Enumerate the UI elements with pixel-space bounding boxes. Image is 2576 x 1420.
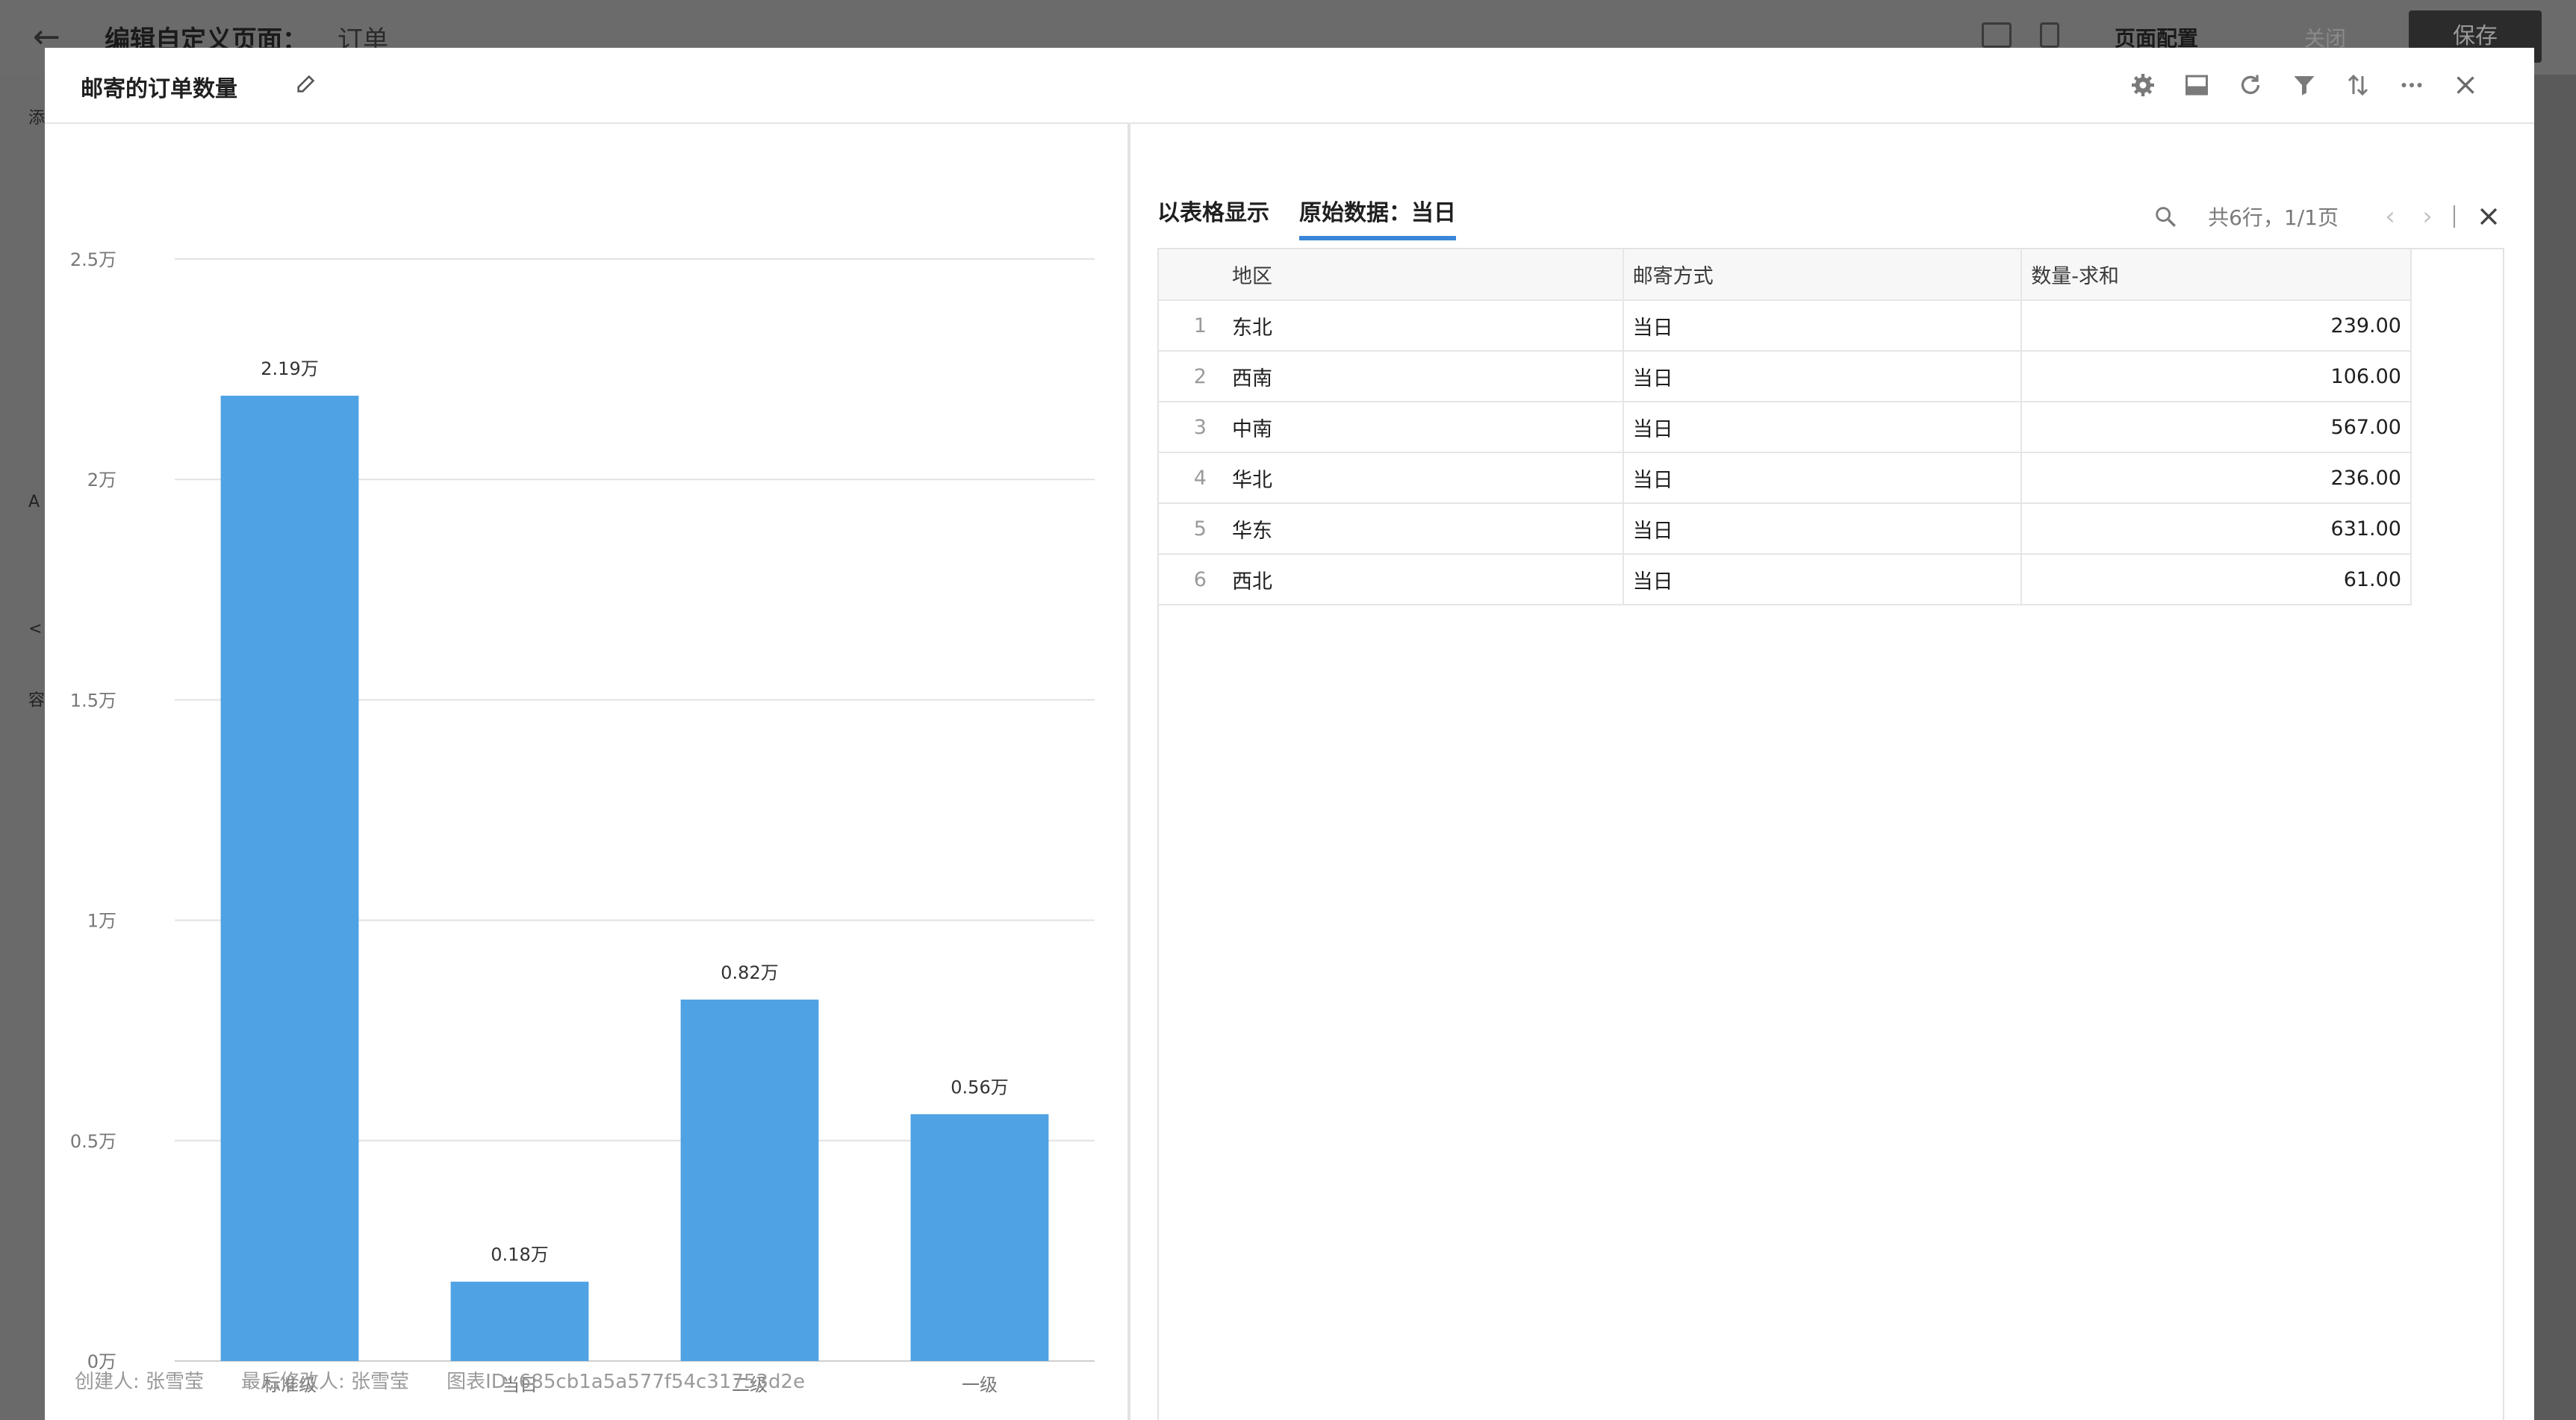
table-row[interactable]: 1 东北 当日 239.00 [1159,300,2412,352]
bar-chart-area: 0万 0.5万 1万 1.5万 2万 2.5万 2.19万 标准级 0.18万 当日 0.82万 二级… [45,124,1127,1420]
column-header-sum[interactable]: 数量-求和 [2021,249,2412,301]
modal-header: 邮寄的订单数量 [45,48,2534,124]
table-row[interactable]: 2 西南 当日 106.00 [1159,351,2412,402]
chart-id-text: 图表ID: 685cb1a5a577f54c31753d2e [447,1371,806,1393]
prev-page-icon[interactable]: ‹ [2371,202,2409,231]
filter-button[interactable] [2277,67,2331,103]
cell-method: 当日 [1623,300,2023,352]
close-icon [2457,76,2474,94]
search-icon[interactable] [2153,204,2178,229]
next-page-icon[interactable]: › [2409,202,2446,231]
cell-method: 当日 [1623,554,2023,605]
sort-button[interactable] [2331,67,2385,103]
modal-title: 邮寄的订单数量 [81,76,237,102]
row-index: 4 [1159,452,1223,504]
settings-icon [2132,74,2154,96]
creator-text: 创建人: 张雪莹 [75,1371,205,1393]
panel-close-icon[interactable] [2476,204,2501,229]
row-index: 5 [1159,503,1223,555]
chart-footer-meta: 创建人: 张雪莹 最后修改人: 张雪莹 图表ID: 685cb1a5a577f5… [75,1366,805,1394]
row-index: 3 [1159,402,1223,453]
cell-sum: 61.00 [2021,554,2412,605]
cell-method: 当日 [1623,351,2023,402]
cell-sum: 236.00 [2021,452,2412,504]
row-index: 1 [1159,300,1223,352]
table-row[interactable]: 4 华北 当日 236.00 [1159,452,2412,504]
bar-value-label: 0.18万 [491,1245,548,1265]
cell-region: 华北 [1222,452,1624,504]
cell-method: 当日 [1623,503,2023,555]
tab-table-view[interactable]: 以表格显示 [1157,199,1269,240]
column-header-region[interactable]: 地区 [1222,249,1624,301]
refresh-icon [2241,75,2260,94]
sort-icon [2348,74,2368,96]
cell-region: 中南 [1222,402,1624,453]
bar[interactable] [910,1114,1049,1361]
cell-sum: 567.00 [2021,402,2412,453]
y-tick-label: 2.5万 [70,249,116,270]
filter-icon [2294,76,2315,96]
cell-region: 西南 [1222,351,1624,402]
cell-region: 华东 [1222,503,1624,555]
bar[interactable] [220,396,359,1362]
cell-sum: 239.00 [2021,300,2412,352]
cell-region: 东北 [1222,300,1624,352]
column-header-method[interactable]: 邮寄方式 [1623,249,2023,301]
cell-region: 西北 [1222,554,1624,605]
table-row[interactable]: 3 中南 当日 567.00 [1159,402,2412,453]
table-header-row: 地区 邮寄方式 数量-求和 [1159,249,2412,301]
data-table: 地区 邮寄方式 数量-求和 1 东北 当日 239.00 2 西南 当日 106… [1159,249,2412,605]
left-toolbar-label: < [28,620,43,638]
cell-sum: 631.00 [2021,503,2412,555]
toolbar-separator [2454,205,2455,228]
modifier-text: 最后修改人: 张雪莹 [241,1371,410,1393]
cell-sum: 106.00 [2021,351,2412,402]
y-tick-label: 0.5万 [70,1131,116,1152]
header-toolbar [2116,67,2492,103]
table-row[interactable]: 5 华东 当日 631.00 [1159,503,2412,555]
modal-close-button[interactable] [2439,67,2492,103]
settings-button[interactable] [2116,67,2170,103]
desktop-view-icon[interactable] [1982,22,2012,48]
bar-value-label: 0.82万 [721,962,778,983]
refresh-button[interactable] [2224,67,2277,103]
y-tick-label: 1万 [87,911,116,932]
y-tick-label: 1.5万 [70,690,116,711]
left-toolbar-label: 容 [28,691,46,710]
chart-detail-modal: 邮寄的订单数量 0万 0.5万 1万 1.5万 2万 2.5万 2.19万 标准… [45,48,2534,1420]
tab-raw-data[interactable]: 原始数据：当日 [1299,199,1456,240]
background-left-toolbar: 添 A < 容 [0,75,45,1420]
bar-value-label: 2.19万 [261,358,318,379]
bar[interactable] [680,999,819,1361]
bar-value-label: 0.56万 [951,1077,1008,1097]
data-panel: 以表格显示 原始数据：当日 共6行，1/1页 ‹ › 地区 邮寄方式 数量-求和 [1157,124,2516,1420]
index-header [1159,249,1223,301]
mobile-view-icon[interactable] [2040,22,2059,48]
cell-method: 当日 [1623,402,2023,453]
more-icon [2401,83,2422,87]
more-button[interactable] [2385,67,2439,103]
x-tick-label: 一级 [962,1374,998,1395]
table-row[interactable]: 6 西北 当日 61.00 [1159,554,2412,605]
row-index: 6 [1159,554,1223,605]
left-toolbar-label: 添 [28,109,46,128]
screen-icon [2185,75,2208,96]
cell-method: 当日 [1623,452,2023,504]
edit-title-icon[interactable] [294,70,320,96]
panel-controls: 共6行，1/1页 ‹ › [2153,202,2501,231]
screen-button[interactable] [2170,67,2224,103]
row-index: 2 [1159,351,1223,402]
bar[interactable] [450,1281,589,1361]
y-tick-label: 2万 [87,470,116,491]
panel-divider[interactable] [1127,124,1130,1420]
left-toolbar-label: A [28,493,40,511]
data-table-wrapper: 地区 邮寄方式 数量-求和 1 东北 当日 239.00 2 西南 当日 106… [1157,248,2504,1420]
row-count-text: 共6行，1/1页 [2208,205,2339,230]
bar-chart: 0万0.5万1万1.5万2万2.5万2.19万标准级0.18万当日0.82万二级… [70,249,1095,1395]
